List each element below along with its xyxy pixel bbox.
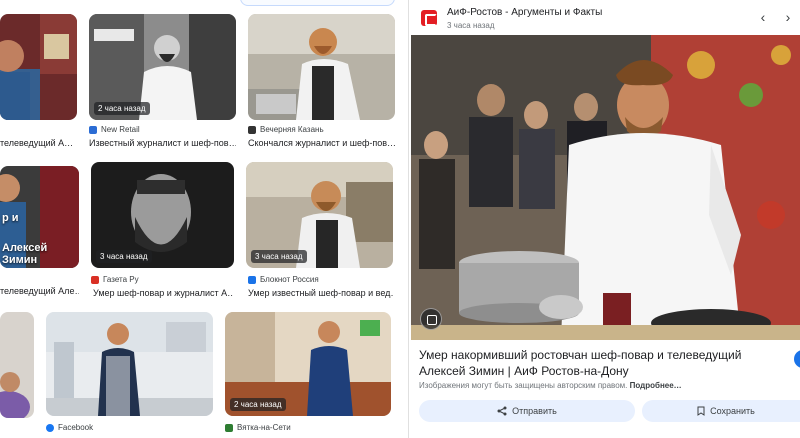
preview-image[interactable] xyxy=(411,35,800,340)
image-results-grid: те­леведущий А… 2 часа назад New Retail … xyxy=(0,0,410,438)
save-button[interactable]: Сохранить xyxy=(642,400,800,422)
image-preview-panel: АиФ-Ростов - Аргументы и Факты 3 часа на… xyxy=(409,0,800,438)
result-thumbnail[interactable]: 2 часа назад xyxy=(89,14,236,120)
result-caption[interactable]: Умер известный шеф-повар и вед… xyxy=(248,288,393,298)
result-source[interactable]: New Retail xyxy=(89,125,140,134)
source-icon xyxy=(225,423,233,432)
source-icon xyxy=(248,275,256,284)
result-thumbnail[interactable] xyxy=(0,14,77,120)
share-icon xyxy=(497,406,507,416)
result-thumbnail[interactable]: 3 часа назад xyxy=(91,162,234,268)
time-badge: 2 часа назад xyxy=(230,398,286,411)
result-thumbnail[interactable] xyxy=(248,14,395,120)
time-badge: 2 часа назад xyxy=(94,102,150,115)
result-source[interactable]: Газета Ру xyxy=(91,275,139,284)
result-source[interactable]: Facebook xyxy=(46,423,93,432)
source-icon xyxy=(248,125,256,134)
result-caption[interactable]: телеведущий Але… xyxy=(0,286,79,296)
result-thumbnail[interactable] xyxy=(46,312,213,416)
result-caption[interactable]: те­леведущий А… xyxy=(0,138,77,148)
time-badge: 3 часа назад xyxy=(251,250,307,263)
facebook-icon xyxy=(46,423,54,432)
result-source[interactable]: Вятка-на-Сети xyxy=(225,423,291,432)
aif-logo-icon xyxy=(421,10,437,26)
result-source[interactable]: Вечерняя Казань xyxy=(248,125,324,134)
result-caption[interactable]: Умер шеф-повар и журналист А… xyxy=(93,288,234,298)
visit-button[interactable] xyxy=(794,350,800,368)
result-source[interactable]: Блокнот Россия xyxy=(248,275,319,284)
result-thumbnail[interactable]: 2 часа назад xyxy=(225,312,391,416)
lens-icon[interactable] xyxy=(420,308,442,330)
preview-title[interactable]: Умер накормивший ростовчан шеф-повар и т… xyxy=(419,347,789,379)
panel-header[interactable]: АиФ-Ростов - Аргументы и Факты 3 часа на… xyxy=(421,7,602,30)
result-caption[interactable]: Известный журналист и шеф-пов… xyxy=(89,138,236,148)
search-chip[interactable] xyxy=(240,0,395,6)
publish-time: 3 часа назад xyxy=(447,21,495,30)
result-caption[interactable]: Скончался журналист и шеф-пов… xyxy=(248,138,395,148)
overlay-name: Алексей Зимин xyxy=(2,242,48,266)
share-button[interactable]: Отправить xyxy=(419,400,635,422)
copyright-notice: Изображения могут быть защищены авторски… xyxy=(419,381,682,390)
learn-more-link[interactable]: Подробнее… xyxy=(630,381,682,390)
source-icon xyxy=(89,125,97,134)
time-badge: 3 часа назад xyxy=(96,250,152,263)
chevron-right-icon[interactable]: › xyxy=(779,8,797,26)
bookmark-icon xyxy=(697,406,705,416)
site-name[interactable]: АиФ-Ростов - Аргументы и Факты xyxy=(447,7,602,18)
result-thumbnail[interactable]: 3 часа назад xyxy=(246,162,393,268)
source-icon xyxy=(91,275,99,284)
chevron-left-icon[interactable]: ‹ xyxy=(754,8,772,26)
result-thumbnail[interactable] xyxy=(0,312,34,418)
result-thumbnail[interactable]: р и Алексей Зимин xyxy=(0,166,79,268)
